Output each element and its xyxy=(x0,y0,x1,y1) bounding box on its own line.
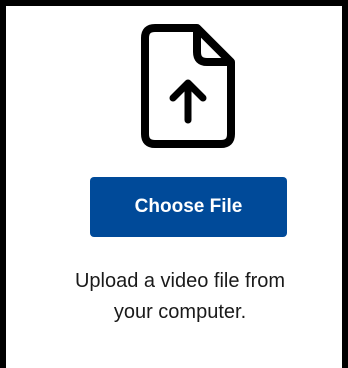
choose-file-button[interactable]: Choose File xyxy=(90,177,287,237)
file-upload-icon xyxy=(141,24,235,148)
upload-help-text: Upload a video file from your computer. xyxy=(36,266,324,328)
video-upload-panel: Choose File Upload a video file from you… xyxy=(0,0,348,368)
help-text-line-1: Upload a video file from xyxy=(74,270,286,292)
help-text-line-2: your computer. xyxy=(113,301,247,323)
